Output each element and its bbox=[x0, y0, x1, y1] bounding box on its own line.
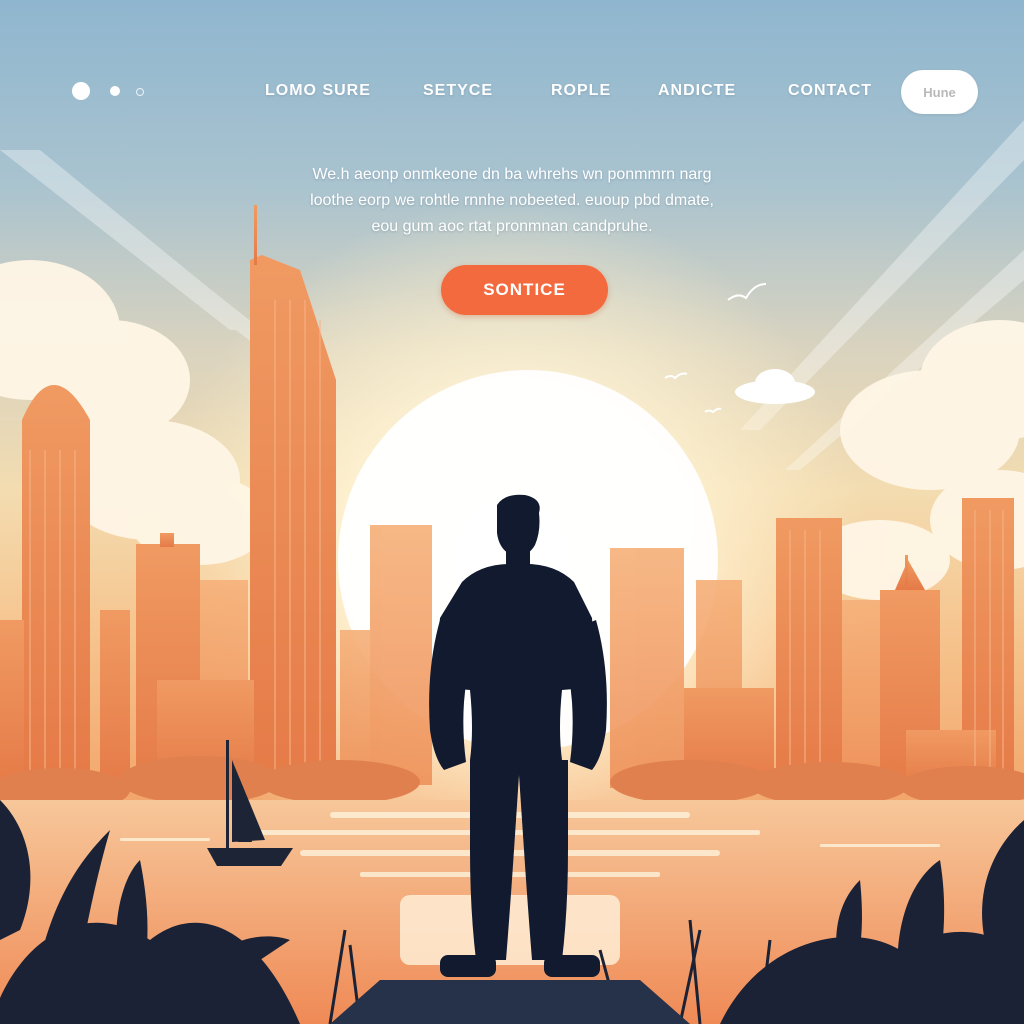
hero-line-1: We.h aeonp onmkeone dn ba whrehs wn ponm… bbox=[312, 166, 712, 183]
top-navigation: LOMO SURE SETYCE ROPLE ANDICTE CONTACT H… bbox=[0, 62, 1024, 122]
dot-icon-medium[interactable] bbox=[110, 86, 120, 96]
nav-link-2[interactable]: SETYCE bbox=[423, 82, 493, 100]
nav-link-3[interactable]: ROPLE bbox=[551, 82, 611, 100]
city-sunset-illustration bbox=[0, 120, 1024, 1024]
cta-button[interactable]: SONTICE bbox=[441, 265, 608, 315]
nav-link-contact[interactable]: CONTACT bbox=[788, 82, 872, 100]
nav-link-1[interactable]: LOMO SURE bbox=[265, 82, 371, 100]
hero-description: We.h aeonp onmkeone dn ba whrehs wn ponm… bbox=[270, 162, 754, 240]
nav-pill-button[interactable]: Hune bbox=[901, 70, 978, 114]
hero-line-3: eou gum aoc rtat pronmnan candpruhe. bbox=[371, 218, 653, 235]
hero-line-2: loothe eorp we rohtle rnnhe nobeeted. eu… bbox=[310, 192, 714, 209]
dot-icon-large[interactable] bbox=[72, 82, 90, 100]
dot-icon-small[interactable] bbox=[136, 88, 144, 96]
nav-link-4[interactable]: ANDICTE bbox=[658, 82, 736, 100]
landing-page: LOMO SURE SETYCE ROPLE ANDICTE CONTACT H… bbox=[0, 0, 1024, 1024]
ground-path bbox=[330, 980, 690, 1024]
